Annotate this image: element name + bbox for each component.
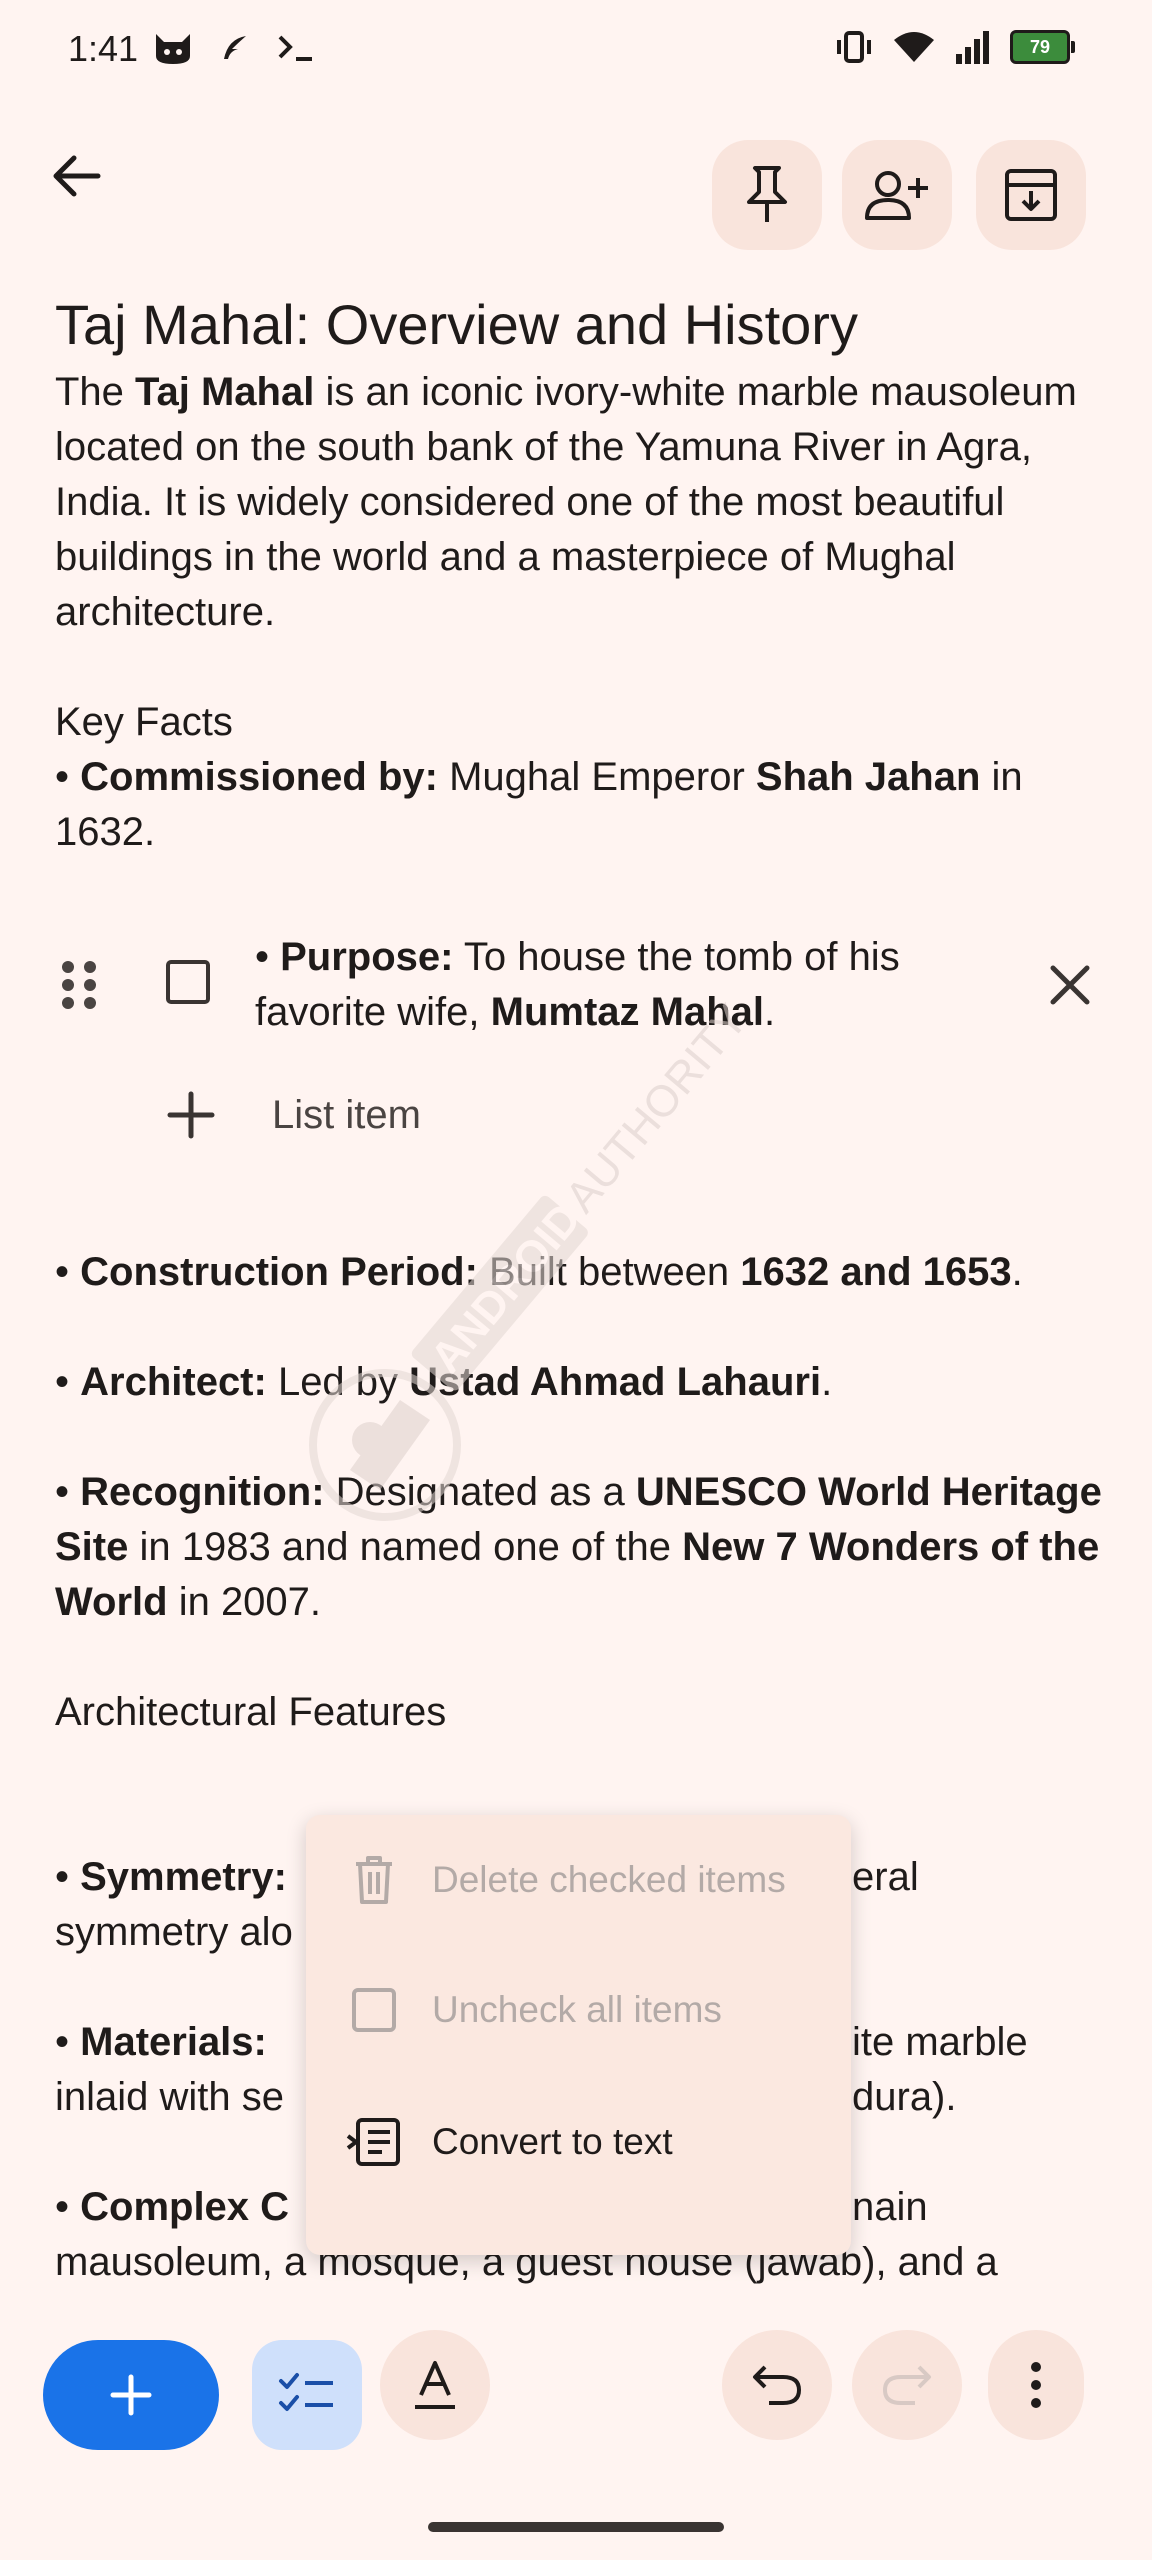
add-list-item-button[interactable]	[166, 1090, 216, 1140]
text-format-icon	[415, 2361, 455, 2409]
redo-button[interactable]	[852, 2330, 962, 2440]
empty-checkbox-icon	[352, 1988, 396, 2032]
undo-icon	[753, 2365, 802, 2405]
key-facts-heading: Key Facts	[55, 700, 233, 744]
menu-delete-checked-items-label: Delete checked items	[432, 1859, 786, 1900]
pin-icon	[747, 166, 787, 222]
remove-item-button[interactable]	[1045, 960, 1095, 1010]
archive-button[interactable]	[976, 140, 1086, 250]
cat-icon	[156, 34, 190, 64]
architect-line: • Architect: Led by Ustad Ahmad Lahauri.	[55, 1360, 833, 1404]
signal-icon	[956, 31, 989, 64]
pin-button[interactable]	[712, 140, 822, 250]
feather-icon	[224, 36, 246, 59]
undo-button[interactable]	[722, 2330, 832, 2440]
materials-line-right: ite marble	[852, 2020, 1028, 2064]
more-options-button[interactable]	[988, 2330, 1084, 2440]
battery-icon: 79	[1010, 30, 1075, 64]
trash-icon	[356, 1856, 392, 1904]
redo-icon	[882, 2365, 931, 2405]
more-vert-icon	[1031, 2362, 1041, 2408]
plus-icon	[110, 2374, 152, 2416]
checklist-item-text[interactable]: • Purpose: To house the tomb of his favo…	[255, 930, 955, 1040]
back-arrow-icon	[53, 155, 101, 197]
back-button[interactable]	[40, 140, 112, 212]
menu-delete-checked-items[interactable]: Delete checked items	[306, 1815, 851, 1945]
plus-icon	[167, 1091, 215, 1139]
construction-line: • Construction Period: Built between 163…	[55, 1250, 1023, 1294]
menu-convert-to-text[interactable]: Convert to text	[306, 2077, 851, 2207]
menu-uncheck-all-items-label: Uncheck all items	[432, 1989, 722, 2030]
add-button[interactable]	[43, 2340, 219, 2450]
status-right-icons: 79	[834, 30, 1075, 64]
add-collaborator-icon	[865, 171, 928, 220]
add-list-item-label[interactable]: List item	[272, 1090, 421, 1140]
checklist-icon	[279, 2373, 333, 2411]
checklist-options-menu: Delete checked items Uncheck all items C…	[306, 1815, 851, 2255]
archive-icon	[1005, 169, 1057, 221]
materials-line-2-right: dura).	[852, 2075, 957, 2119]
add-collaborator-button[interactable]	[842, 140, 952, 250]
convert-to-text-icon	[346, 2118, 400, 2166]
item-checkbox[interactable]	[166, 960, 210, 1004]
drag-handle[interactable]	[62, 955, 102, 1015]
note-title[interactable]: Taj Mahal: Overview and History	[55, 290, 858, 360]
status-left-icons	[152, 30, 316, 66]
terminal-icon	[278, 35, 312, 61]
vibrate-icon	[837, 31, 871, 63]
symmetry-line-right: eral	[852, 1855, 919, 1899]
wifi-icon	[894, 32, 934, 62]
recognition-line: • Recognition: Designated as a UNESCO Wo…	[55, 1470, 1102, 1624]
text-format-button[interactable]	[380, 2330, 490, 2440]
status-time: 1:41	[68, 28, 139, 69]
note-body-upper[interactable]: The Taj Mahal is an iconic ivory-white m…	[55, 365, 1115, 860]
intro-paragraph: The Taj Mahal is an iconic ivory-white m…	[55, 370, 1077, 634]
home-indicator[interactable]	[428, 2522, 724, 2532]
note-body-lower[interactable]: • Construction Period: Built between 163…	[55, 1245, 1115, 1740]
close-icon	[1050, 965, 1090, 1005]
complex-line-right: nain	[852, 2185, 928, 2229]
menu-convert-to-text-label: Convert to text	[432, 2121, 673, 2162]
checklist-toggle-button[interactable]	[252, 2340, 362, 2450]
menu-uncheck-all-items[interactable]: Uncheck all items	[306, 1945, 851, 2075]
commissioned-line: • Commissioned by: Mughal Emperor Shah J…	[55, 755, 1023, 854]
architectural-heading: Architectural Features	[55, 1690, 447, 1734]
